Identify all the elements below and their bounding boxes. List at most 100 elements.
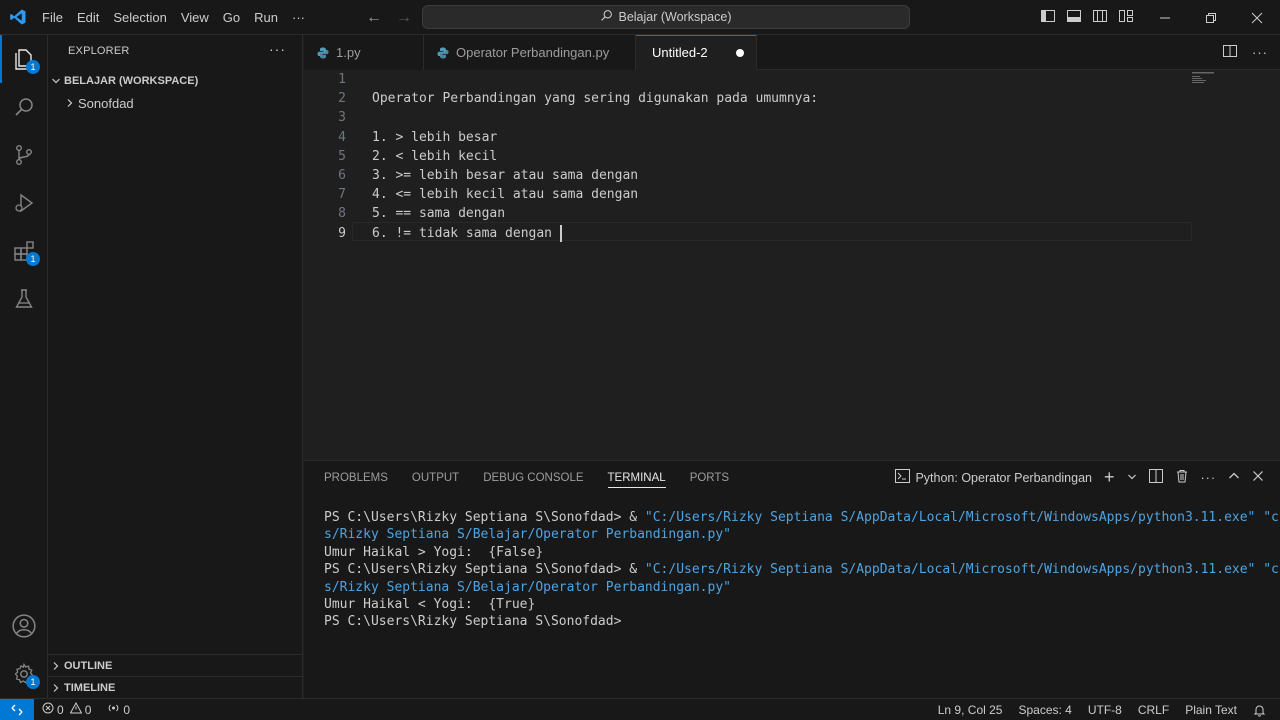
split-terminal-icon[interactable]	[1148, 469, 1163, 486]
explorer-badge: 1	[26, 60, 40, 74]
code-line[interactable]: 8 5. == sama dengan	[304, 204, 1204, 223]
menu-view[interactable]: View	[174, 0, 216, 35]
error-icon	[42, 702, 54, 717]
workspace-section-header[interactable]: BELAJAR (WORKSPACE)	[48, 70, 302, 92]
close-window-button[interactable]	[1234, 0, 1280, 35]
workspace-name: BELAJAR (WORKSPACE)	[64, 75, 199, 87]
indentation[interactable]: Spaces: 4	[1010, 703, 1079, 717]
maximize-panel-chevron-up-icon[interactable]	[1228, 470, 1240, 485]
panel-tab-output[interactable]: OUTPUT	[412, 472, 459, 484]
tab-operator-perbandingan[interactable]: Operator Perbandingan.py	[424, 35, 636, 70]
ports-status[interactable]: 0	[99, 702, 138, 717]
menu-go[interactable]: Go	[216, 0, 247, 35]
code-line[interactable]: 7 4. <= lebih kecil atau sama dengan	[304, 185, 1204, 204]
terminal-line: PS C:\Users\Rizky Septiana S\Sonofdad> &…	[324, 509, 1280, 526]
extensions-icon[interactable]: 1	[0, 227, 48, 275]
explorer-more-actions-button[interactable]: ···	[269, 41, 286, 57]
command-center-search[interactable]: Belajar (Workspace)	[422, 5, 910, 29]
search-activity-icon[interactable]	[0, 83, 48, 131]
line-number: 6	[338, 168, 346, 183]
code-line[interactable]: 1	[304, 70, 1204, 89]
menu-edit[interactable]: Edit	[70, 0, 106, 35]
line-number: 3	[338, 110, 346, 126]
outline-section-header[interactable]: OUTLINE	[48, 654, 302, 676]
end-of-line[interactable]: CRLF	[1130, 703, 1177, 717]
bottom-panel: PROBLEMS OUTPUT DEBUG CONSOLE TERMINAL P…	[304, 460, 1280, 698]
timeline-section-header[interactable]: TIMELINE	[48, 676, 302, 698]
customize-layout-icon[interactable]	[1118, 8, 1134, 27]
restore-button[interactable]	[1188, 0, 1234, 35]
more-actions-icon[interactable]: ···	[1252, 45, 1268, 60]
settings-gear-icon[interactable]: 1	[0, 650, 48, 698]
tab-label: Operator Perbandingan.py	[456, 45, 610, 60]
menu-selection[interactable]: Selection	[106, 0, 173, 35]
terminal-instance[interactable]: Python: Operator Perbandingan	[895, 469, 1092, 486]
terminal-path-text: "C:/Users/Rizky Septiana S/AppData/Local…	[644, 562, 1280, 578]
back-arrow-icon[interactable]: ←	[366, 9, 382, 27]
panel-tab-debug-console[interactable]: DEBUG CONSOLE	[483, 472, 583, 484]
terminal-name: Python: Operator Perbandingan	[915, 470, 1092, 485]
toggle-panel-icon[interactable]	[1066, 8, 1082, 27]
run-debug-icon[interactable]	[0, 179, 48, 227]
cursor-position[interactable]: Ln 9, Col 25	[930, 703, 1011, 717]
unsaved-dot-icon[interactable]	[736, 48, 744, 57]
search-icon	[600, 9, 613, 25]
code-line[interactable]: 9 6. != tidak sama dengan	[304, 224, 1204, 243]
line-number: 5	[338, 148, 346, 164]
tab-untitled-2[interactable]: Untitled-2	[636, 35, 757, 70]
line-text: 4. <= lebih kecil atau sama dengan	[372, 187, 639, 203]
warning-icon	[69, 701, 83, 717]
tab-1-py[interactable]: 1.py	[304, 35, 424, 70]
activity-bar: 1 1 1	[0, 35, 48, 698]
terminal-text: Umur Haikal < Yogi: {True}	[324, 596, 536, 612]
folder-sonofdad[interactable]: Sonofdad	[48, 92, 302, 114]
error-count: 0	[57, 702, 64, 717]
line-text: 5. == sama dengan	[372, 206, 506, 222]
new-terminal-plus-icon[interactable]: +	[1104, 467, 1115, 488]
terminal-path-text: "C:/Users/Rizky Septiana S/AppData/Local…	[644, 510, 1280, 525]
toggle-secondary-sidebar-icon[interactable]	[1092, 8, 1108, 27]
terminal-line: s/Rizky Septiana S/Belajar/Operator Perb…	[324, 526, 1274, 543]
chevron-down-icon[interactable]	[1127, 471, 1137, 485]
line-text: 6. != tidak sama dengan	[372, 225, 560, 241]
explorer-files-icon[interactable]: 1	[0, 35, 48, 83]
python-file-icon	[316, 46, 330, 60]
menu-file[interactable]: File	[35, 0, 70, 35]
toggle-primary-sidebar-icon[interactable]	[1040, 8, 1056, 27]
more-actions-icon[interactable]: ···	[1201, 471, 1217, 485]
minimap[interactable]	[1192, 72, 1232, 84]
testing-flask-icon[interactable]	[0, 275, 48, 323]
trash-icon[interactable]	[1175, 469, 1189, 486]
code-line[interactable]: 5 2. < lebih kecil	[304, 147, 1204, 166]
panel-tab-ports[interactable]: PORTS	[690, 472, 729, 484]
source-control-icon[interactable]	[0, 131, 48, 179]
encoding[interactable]: UTF-8	[1080, 703, 1130, 717]
line-number: 8	[338, 206, 346, 222]
code-line[interactable]: 2 Operator Perbandingan yang sering digun…	[304, 89, 1204, 108]
close-panel-icon[interactable]	[1252, 470, 1264, 485]
terminal-text: PS C:\Users\Rizky Septiana S\Sonofdad> &	[324, 562, 645, 578]
panel-tab-problems[interactable]: PROBLEMS	[324, 472, 388, 484]
panel-tab-terminal[interactable]: TERMINAL	[607, 472, 666, 488]
code-line[interactable]: 4 1. > lebih besar	[304, 128, 1204, 147]
notifications-bell-icon[interactable]	[1245, 704, 1274, 717]
code-line[interactable]: 6 3. >= lebih besar atau sama dengan	[304, 166, 1204, 185]
accounts-icon[interactable]	[0, 602, 48, 650]
minimize-button[interactable]	[1142, 0, 1188, 35]
broadcast-icon	[107, 702, 120, 717]
menu-more[interactable]: ···	[285, 0, 312, 35]
code-editor[interactable]: 1 2 Operator Perbandingan yang sering digu…	[304, 70, 1280, 460]
forward-arrow-icon[interactable]: →	[396, 9, 412, 27]
remote-indicator-icon[interactable]	[0, 698, 34, 720]
chevron-right-icon	[48, 661, 64, 671]
code-line[interactable]: 3	[304, 108, 1204, 127]
terminal-output[interactable]: PS C:\Users\Rizky Septiana S\Sonofdad> &…	[324, 509, 1280, 631]
terminal-path-text: s/Rizky Septiana S/Belajar/Operator Perb…	[324, 579, 731, 595]
language-mode[interactable]: Plain Text	[1177, 703, 1245, 717]
terminal-line: s/Rizky Septiana S/Belajar/Operator Perb…	[324, 579, 1274, 596]
menu-run[interactable]: Run	[247, 0, 285, 35]
split-editor-icon[interactable]	[1222, 43, 1238, 62]
terminal-path-text: s/Rizky Septiana S/Belajar/Operator Perb…	[324, 527, 731, 543]
terminal-line: Umur Haikal < Yogi: {True}	[324, 596, 1274, 613]
problems-status[interactable]: 0 0	[34, 701, 99, 717]
